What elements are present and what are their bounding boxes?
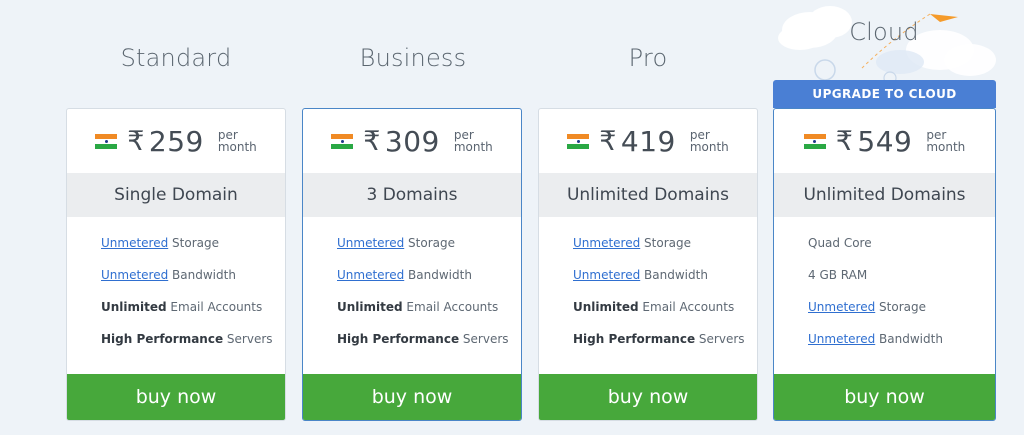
feature-text: Email Accounts bbox=[166, 300, 263, 314]
feature-item: Unlimited Email Accounts bbox=[101, 299, 285, 331]
plan-card-cloud: ₹ 549 per month Unlimited Domains Quad C… bbox=[773, 108, 996, 421]
unmetered-link[interactable]: Unmetered bbox=[101, 236, 168, 250]
unmetered-link[interactable]: Unmetered bbox=[808, 332, 875, 346]
feature-item: High Performance Servers bbox=[573, 331, 757, 363]
feature-text: Storage bbox=[168, 236, 219, 250]
price-period-line2: month bbox=[926, 140, 966, 154]
feature-text: Email Accounts bbox=[402, 300, 499, 314]
feature-emphasis: High Performance bbox=[337, 332, 460, 346]
feature-item: 4 GB RAM bbox=[808, 267, 995, 299]
unmetered-link[interactable]: Unmetered bbox=[337, 268, 404, 282]
plan-title-cloud: Cloud bbox=[849, 18, 919, 46]
price-amount: 419 bbox=[620, 124, 676, 158]
feature-text: Storage bbox=[875, 300, 926, 314]
currency-symbol: ₹ bbox=[599, 125, 617, 157]
feature-text: Email Accounts bbox=[638, 300, 735, 314]
plan-title-standard: Standard bbox=[120, 44, 232, 72]
feature-text: Quad Core bbox=[808, 236, 872, 250]
currency-symbol: ₹ bbox=[835, 125, 854, 157]
feature-list: Unmetered Storage Unmetered Bandwidth Un… bbox=[539, 217, 757, 363]
feature-item: Unmetered Bandwidth bbox=[573, 267, 757, 299]
feature-emphasis: Unlimited bbox=[101, 300, 167, 314]
currency-symbol: ₹ bbox=[127, 125, 145, 157]
price-period: per month bbox=[454, 129, 493, 153]
feature-item: Unmetered Storage bbox=[101, 235, 285, 267]
feature-text: Servers bbox=[695, 332, 745, 346]
price-period-line2: month bbox=[689, 140, 729, 154]
plan-title-business: Business bbox=[359, 44, 467, 72]
feature-item: Unmetered Storage bbox=[573, 235, 757, 267]
buy-now-button-business[interactable]: buy now bbox=[303, 374, 521, 420]
feature-text: Bandwidth bbox=[404, 268, 472, 282]
price-row: ₹ 419 per month bbox=[539, 109, 757, 173]
feature-emphasis: High Performance bbox=[101, 332, 224, 346]
feature-text: Bandwidth bbox=[168, 268, 236, 282]
feature-item: Unmetered Bandwidth bbox=[101, 267, 285, 299]
feature-item: Unlimited Email Accounts bbox=[337, 299, 521, 331]
feature-item: Unmetered Bandwidth bbox=[337, 267, 521, 299]
feature-item: High Performance Servers bbox=[101, 331, 285, 363]
india-flag-icon bbox=[803, 133, 826, 149]
india-flag-icon bbox=[331, 133, 354, 149]
currency-symbol: ₹ bbox=[363, 125, 381, 157]
unmetered-link[interactable]: Unmetered bbox=[808, 300, 875, 314]
unmetered-link[interactable]: Unmetered bbox=[101, 268, 168, 282]
unmetered-link[interactable]: Unmetered bbox=[573, 236, 640, 250]
price-period: per month bbox=[926, 129, 965, 153]
buy-now-button-pro[interactable]: buy now bbox=[539, 374, 757, 420]
feature-text: 4 GB RAM bbox=[808, 268, 868, 282]
feature-list: Unmetered Storage Unmetered Bandwidth Un… bbox=[67, 217, 285, 363]
feature-item: Unmetered Storage bbox=[808, 299, 995, 331]
price-period-line2: month bbox=[453, 140, 493, 154]
domains-label: Unlimited Domains bbox=[539, 173, 757, 217]
india-flag-icon bbox=[567, 133, 590, 149]
feature-item: Unmetered Storage bbox=[337, 235, 521, 267]
domains-label: 3 Domains bbox=[303, 173, 521, 217]
feature-text: Servers bbox=[223, 332, 273, 346]
feature-emphasis: Unlimited bbox=[337, 300, 403, 314]
plan-card-business: ₹ 309 per month 3 Domains Unmetered Stor… bbox=[302, 108, 522, 421]
upgrade-to-cloud-banner[interactable]: UPGRADE TO CLOUD bbox=[773, 80, 996, 108]
price-row: ₹ 259 per month bbox=[67, 109, 285, 173]
feature-text: Storage bbox=[640, 236, 691, 250]
buy-now-button-standard[interactable]: buy now bbox=[67, 374, 285, 420]
plan-card-standard: ₹ 259 per month Single Domain Unmetered … bbox=[66, 108, 286, 421]
plan-title-pro: Pro bbox=[628, 44, 668, 72]
price: ₹ 259 bbox=[127, 125, 204, 158]
price-amount: 549 bbox=[857, 124, 913, 158]
unmetered-link[interactable]: Unmetered bbox=[337, 236, 404, 250]
feature-item: Unmetered Bandwidth bbox=[808, 331, 995, 363]
buy-now-button-cloud[interactable]: buy now bbox=[774, 374, 995, 420]
feature-emphasis: High Performance bbox=[573, 332, 696, 346]
plan-card-pro: ₹ 419 per month Unlimited Domains Unmete… bbox=[538, 108, 758, 421]
domains-label: Single Domain bbox=[67, 173, 285, 217]
feature-emphasis: Unlimited bbox=[573, 300, 639, 314]
price-amount: 259 bbox=[148, 124, 204, 158]
feature-text: Storage bbox=[404, 236, 455, 250]
price: ₹ 549 bbox=[836, 125, 913, 158]
price-row: ₹ 549 per month bbox=[774, 109, 995, 173]
domains-label: Unlimited Domains bbox=[774, 173, 995, 217]
feature-text: Bandwidth bbox=[640, 268, 708, 282]
price: ₹ 419 bbox=[599, 125, 676, 158]
price-period: per month bbox=[218, 129, 257, 153]
price-row: ₹ 309 per month bbox=[303, 109, 521, 173]
price: ₹ 309 bbox=[363, 125, 440, 158]
feature-text: Bandwidth bbox=[875, 332, 943, 346]
unmetered-link[interactable]: Unmetered bbox=[573, 268, 640, 282]
india-flag-icon bbox=[95, 133, 118, 149]
price-amount: 309 bbox=[384, 124, 440, 158]
price-period: per month bbox=[690, 129, 729, 153]
feature-item: Unlimited Email Accounts bbox=[573, 299, 757, 331]
feature-text: Servers bbox=[459, 332, 509, 346]
price-period-line2: month bbox=[217, 140, 257, 154]
feature-item: Quad Core bbox=[808, 235, 995, 267]
feature-item: High Performance Servers bbox=[337, 331, 521, 363]
feature-list: Unmetered Storage Unmetered Bandwidth Un… bbox=[303, 217, 521, 363]
feature-list: Quad Core 4 GB RAM Unmetered Storage Unm… bbox=[774, 217, 995, 363]
